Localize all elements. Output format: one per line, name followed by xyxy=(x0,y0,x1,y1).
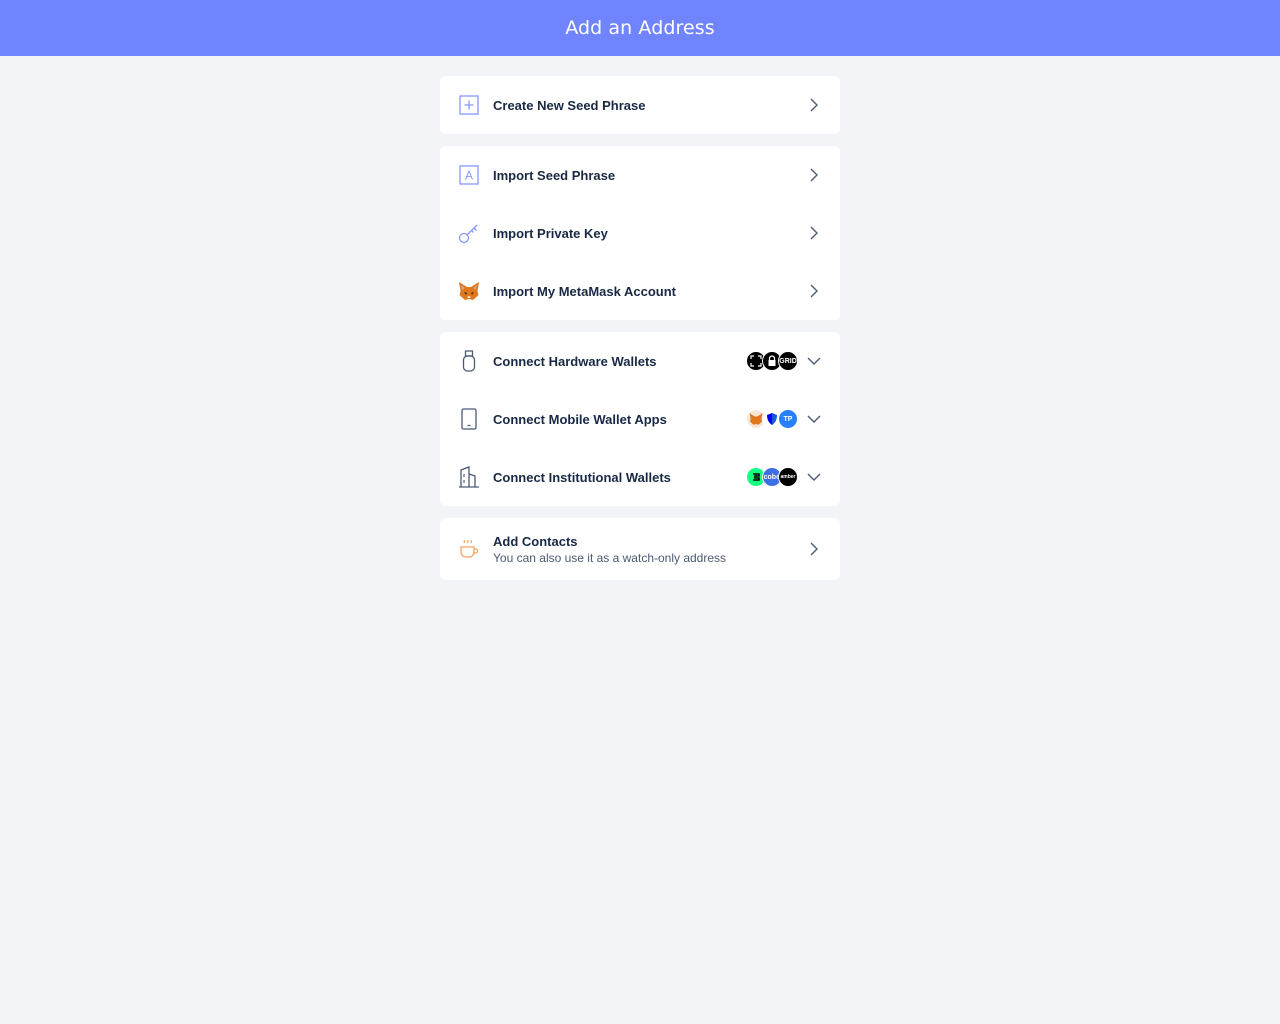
connect-hardware-wallets-item[interactable]: Connect Hardware Wallets GRID xyxy=(440,332,840,390)
import-seed-phrase-label: Import Seed Phrase xyxy=(493,167,616,183)
connect-institutional-wallets-item[interactable]: Connect Institutional Wallets cobo amber xyxy=(440,448,840,506)
chevron-down-icon xyxy=(806,469,822,485)
page-header: Add an Address xyxy=(0,0,1280,56)
svg-text:A: A xyxy=(465,169,473,183)
create-seed-phrase-item[interactable]: Create New Seed Phrase xyxy=(440,76,840,134)
connect-mobile-wallet-apps-label: Connect Mobile Wallet Apps xyxy=(493,411,667,427)
plus-square-icon xyxy=(458,94,480,116)
gridplus-logo: GRID xyxy=(778,351,798,371)
hardware-wallet-logos: GRID xyxy=(746,351,798,371)
chevron-right-icon xyxy=(806,225,822,241)
chevron-right-icon xyxy=(806,283,822,299)
connect-mobile-wallet-apps-item[interactable]: Connect Mobile Wallet Apps TP xyxy=(440,390,840,448)
import-seed-phrase-item[interactable]: A Import Seed Phrase xyxy=(440,146,840,204)
metamask-fox-icon xyxy=(458,280,480,302)
chevron-right-icon xyxy=(806,541,822,557)
coffee-cup-icon xyxy=(458,538,480,560)
import-metamask-item[interactable]: Import My MetaMask Account xyxy=(440,262,840,320)
address-options: Create New Seed Phrase A Import Seed Phr… xyxy=(440,76,840,592)
add-contacts-item[interactable]: Add Contacts You can also use it as a wa… xyxy=(440,518,840,580)
letter-a-square-icon: A xyxy=(458,164,480,186)
building-icon xyxy=(458,466,480,488)
mobile-phone-icon xyxy=(458,408,480,430)
import-metamask-label: Import My MetaMask Account xyxy=(493,283,676,299)
connect-card: Connect Hardware Wallets GRID Connect Mo… xyxy=(440,332,840,506)
contacts-card: Add Contacts You can also use it as a wa… xyxy=(440,518,840,580)
chevron-right-icon xyxy=(806,167,822,183)
chevron-right-icon xyxy=(806,97,822,113)
import-private-key-label: Import Private Key xyxy=(493,225,608,241)
key-icon xyxy=(458,222,480,244)
add-contacts-label: Add Contacts xyxy=(493,533,578,549)
usb-device-icon xyxy=(458,350,480,372)
connect-hardware-wallets-label: Connect Hardware Wallets xyxy=(493,353,657,369)
tokenpocket-logo: TP xyxy=(778,409,798,429)
page-title: Add an Address xyxy=(565,17,715,39)
institutional-wallet-logos: cobo amber xyxy=(746,467,798,487)
create-card: Create New Seed Phrase xyxy=(440,76,840,134)
amber-logo: amber xyxy=(778,467,798,487)
import-private-key-item[interactable]: Import Private Key xyxy=(440,204,840,262)
chevron-down-icon xyxy=(806,411,822,427)
create-seed-phrase-label: Create New Seed Phrase xyxy=(493,97,646,113)
import-card: A Import Seed Phrase Import Private Key xyxy=(440,146,840,320)
connect-institutional-wallets-label: Connect Institutional Wallets xyxy=(493,469,671,485)
mobile-wallet-logos: TP xyxy=(746,409,798,429)
add-contacts-text: Add Contacts You can also use it as a wa… xyxy=(493,534,806,565)
chevron-down-icon xyxy=(806,353,822,369)
add-contacts-description: You can also use it as a watch-only addr… xyxy=(493,550,727,565)
